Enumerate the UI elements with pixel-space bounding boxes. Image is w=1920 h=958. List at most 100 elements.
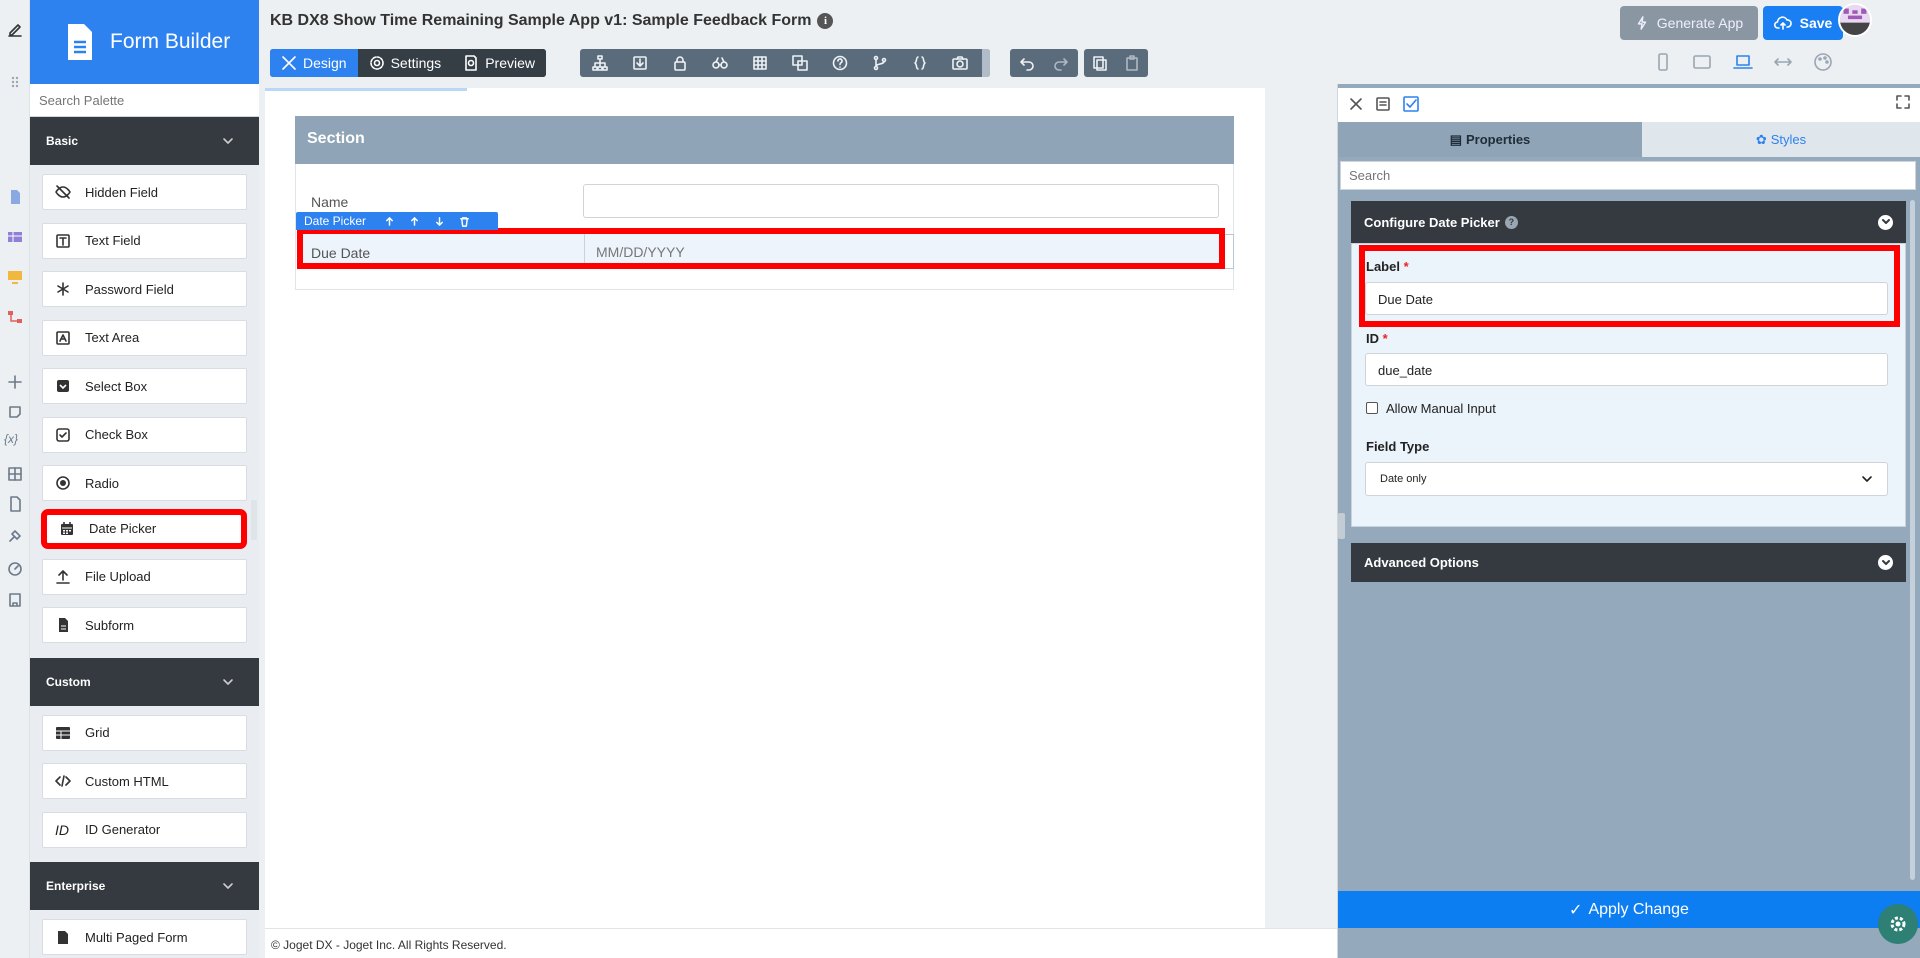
trash-icon[interactable] bbox=[459, 216, 470, 227]
category-label: Enterprise bbox=[46, 879, 106, 893]
variable-icon[interactable]: {x} bbox=[4, 432, 26, 448]
translate-icon[interactable] bbox=[780, 49, 820, 77]
category-basic[interactable]: Basic bbox=[30, 117, 259, 165]
import-icon[interactable] bbox=[620, 49, 660, 77]
palette-item-hidden-field[interactable]: Hidden Field bbox=[42, 174, 247, 210]
edit-icon[interactable] bbox=[7, 22, 23, 38]
settings-fab[interactable] bbox=[1878, 904, 1918, 944]
tab-settings[interactable]: Settings bbox=[357, 49, 453, 77]
tab-properties[interactable]: ▤ Properties bbox=[1338, 122, 1642, 157]
section-title[interactable]: Section bbox=[295, 116, 1234, 164]
date-picker-field-row[interactable] bbox=[297, 228, 1225, 269]
element-list-icon[interactable] bbox=[1374, 95, 1392, 113]
move-up-icon[interactable] bbox=[384, 216, 395, 227]
field-type-label: Field Type bbox=[1366, 439, 1430, 454]
advanced-options-header[interactable]: Advanced Options bbox=[1351, 543, 1906, 582]
save-button[interactable]: Save bbox=[1763, 6, 1843, 40]
note-icon[interactable] bbox=[7, 404, 23, 420]
chevron-down-icon[interactable] bbox=[1878, 555, 1893, 570]
page-icon[interactable] bbox=[7, 592, 23, 608]
name-input[interactable] bbox=[583, 184, 1219, 218]
allow-manual-checkbox[interactable] bbox=[1366, 402, 1378, 414]
field-type-select[interactable]: Date only bbox=[1365, 462, 1888, 496]
palette-item-select-box[interactable]: Select Box bbox=[42, 368, 247, 404]
apply-change-button[interactable]: ✓ Apply Change bbox=[1338, 891, 1920, 928]
info-icon[interactable]: i bbox=[817, 13, 834, 29]
selected-check-icon[interactable] bbox=[1402, 95, 1420, 113]
palette-item-text-area[interactable]: Text Area bbox=[42, 319, 247, 356]
palette-item-label: File Upload bbox=[85, 569, 151, 584]
palette-theme-icon[interactable] bbox=[1813, 52, 1833, 72]
full-width-icon[interactable] bbox=[1773, 52, 1793, 72]
arrow-up-icon[interactable] bbox=[409, 216, 420, 227]
properties-scrollbar[interactable] bbox=[1910, 200, 1915, 880]
history-group bbox=[1010, 49, 1078, 77]
palette-item-check-box[interactable]: Check Box bbox=[42, 416, 247, 453]
laptop-view-icon[interactable] bbox=[1733, 52, 1753, 72]
asterisk-icon bbox=[57, 282, 69, 296]
properties-search-input[interactable] bbox=[1340, 161, 1916, 190]
process-icon[interactable] bbox=[7, 309, 23, 325]
id-input[interactable]: due_date bbox=[1365, 353, 1888, 386]
table-icon[interactable] bbox=[740, 49, 780, 77]
undo-icon[interactable] bbox=[1010, 49, 1044, 77]
dashboard-icon[interactable] bbox=[7, 560, 23, 576]
palette-item-custom-html[interactable]: Custom HTML bbox=[42, 763, 247, 799]
palette-item-grid[interactable]: Grid bbox=[42, 714, 247, 751]
tree-view-icon[interactable] bbox=[580, 49, 620, 77]
userview-icon[interactable] bbox=[7, 269, 23, 285]
toolbar-scroll-handle[interactable] bbox=[982, 49, 990, 77]
chevron-down-icon[interactable] bbox=[1878, 214, 1893, 230]
resources-icon[interactable] bbox=[7, 466, 23, 482]
palette-item-file-upload[interactable]: File Upload bbox=[42, 558, 247, 595]
palette-item-date-picker[interactable]: Date Picker bbox=[41, 508, 247, 549]
palette-item-subform[interactable]: Subform bbox=[42, 607, 247, 643]
copy-icon[interactable] bbox=[1084, 49, 1116, 77]
json-icon[interactable] bbox=[900, 49, 940, 77]
calendar-icon bbox=[61, 521, 73, 535]
form-icon[interactable] bbox=[7, 189, 23, 205]
expand-icon[interactable] bbox=[1894, 93, 1912, 111]
category-custom[interactable]: Custom bbox=[30, 657, 259, 706]
avatar[interactable] bbox=[1838, 3, 1872, 37]
palette-item-password-field[interactable]: Password Field bbox=[42, 271, 247, 307]
styles-tab-icon: ✿ bbox=[1755, 131, 1767, 147]
panel-resize-handle[interactable] bbox=[1338, 513, 1345, 539]
due-date-placeholder[interactable]: MM/DD/YYYY bbox=[596, 244, 685, 260]
palette-item-text-field[interactable]: Text Field bbox=[42, 222, 247, 259]
palette-item-label: Subform bbox=[85, 617, 135, 633]
tab-preview[interactable]: Preview bbox=[452, 49, 546, 77]
binoculars-icon[interactable] bbox=[700, 49, 740, 77]
element-toolbar: Date Picker bbox=[296, 212, 498, 230]
palette-item-multi-paged-form[interactable]: Multi Paged Form bbox=[42, 919, 247, 955]
close-icon[interactable] bbox=[1347, 95, 1365, 113]
tab-design[interactable]: Design bbox=[270, 49, 358, 77]
tool-group bbox=[580, 49, 990, 77]
datalist-icon[interactable] bbox=[7, 229, 23, 245]
palette-collapse-handle[interactable] bbox=[251, 500, 257, 540]
drag-handle-icon[interactable] bbox=[7, 74, 23, 90]
generate-app-button[interactable]: Generate App bbox=[1620, 6, 1758, 40]
tab-label: Settings bbox=[390, 55, 442, 71]
lock-icon[interactable] bbox=[660, 49, 700, 77]
configure-section-header[interactable]: Configure Date Picker? bbox=[1351, 201, 1906, 243]
tab-styles[interactable]: ✿ Styles bbox=[1642, 122, 1920, 157]
palette-search-input[interactable] bbox=[30, 84, 259, 117]
arrow-down-icon[interactable] bbox=[434, 216, 445, 227]
palette-item-label: Select Box bbox=[85, 378, 148, 394]
help-icon[interactable] bbox=[820, 49, 860, 77]
file-icon[interactable] bbox=[7, 496, 23, 512]
redo-icon[interactable] bbox=[1044, 49, 1078, 77]
plus-icon[interactable] bbox=[7, 374, 23, 390]
tablet-view-icon[interactable] bbox=[1692, 52, 1712, 72]
help-icon[interactable]: ? bbox=[1504, 215, 1518, 229]
plugin-icon[interactable] bbox=[7, 528, 23, 544]
palette: Basic Hidden Field Text Field Password F… bbox=[30, 84, 259, 958]
paste-icon[interactable] bbox=[1116, 49, 1148, 77]
palette-item-id-generator[interactable]: ID ID Generator bbox=[42, 811, 247, 848]
camera-icon[interactable] bbox=[940, 49, 980, 77]
branch-icon[interactable] bbox=[860, 49, 900, 77]
palette-item-radio[interactable]: Radio bbox=[42, 465, 247, 501]
mobile-view-icon[interactable] bbox=[1653, 52, 1673, 72]
category-enterprise[interactable]: Enterprise bbox=[30, 862, 259, 910]
